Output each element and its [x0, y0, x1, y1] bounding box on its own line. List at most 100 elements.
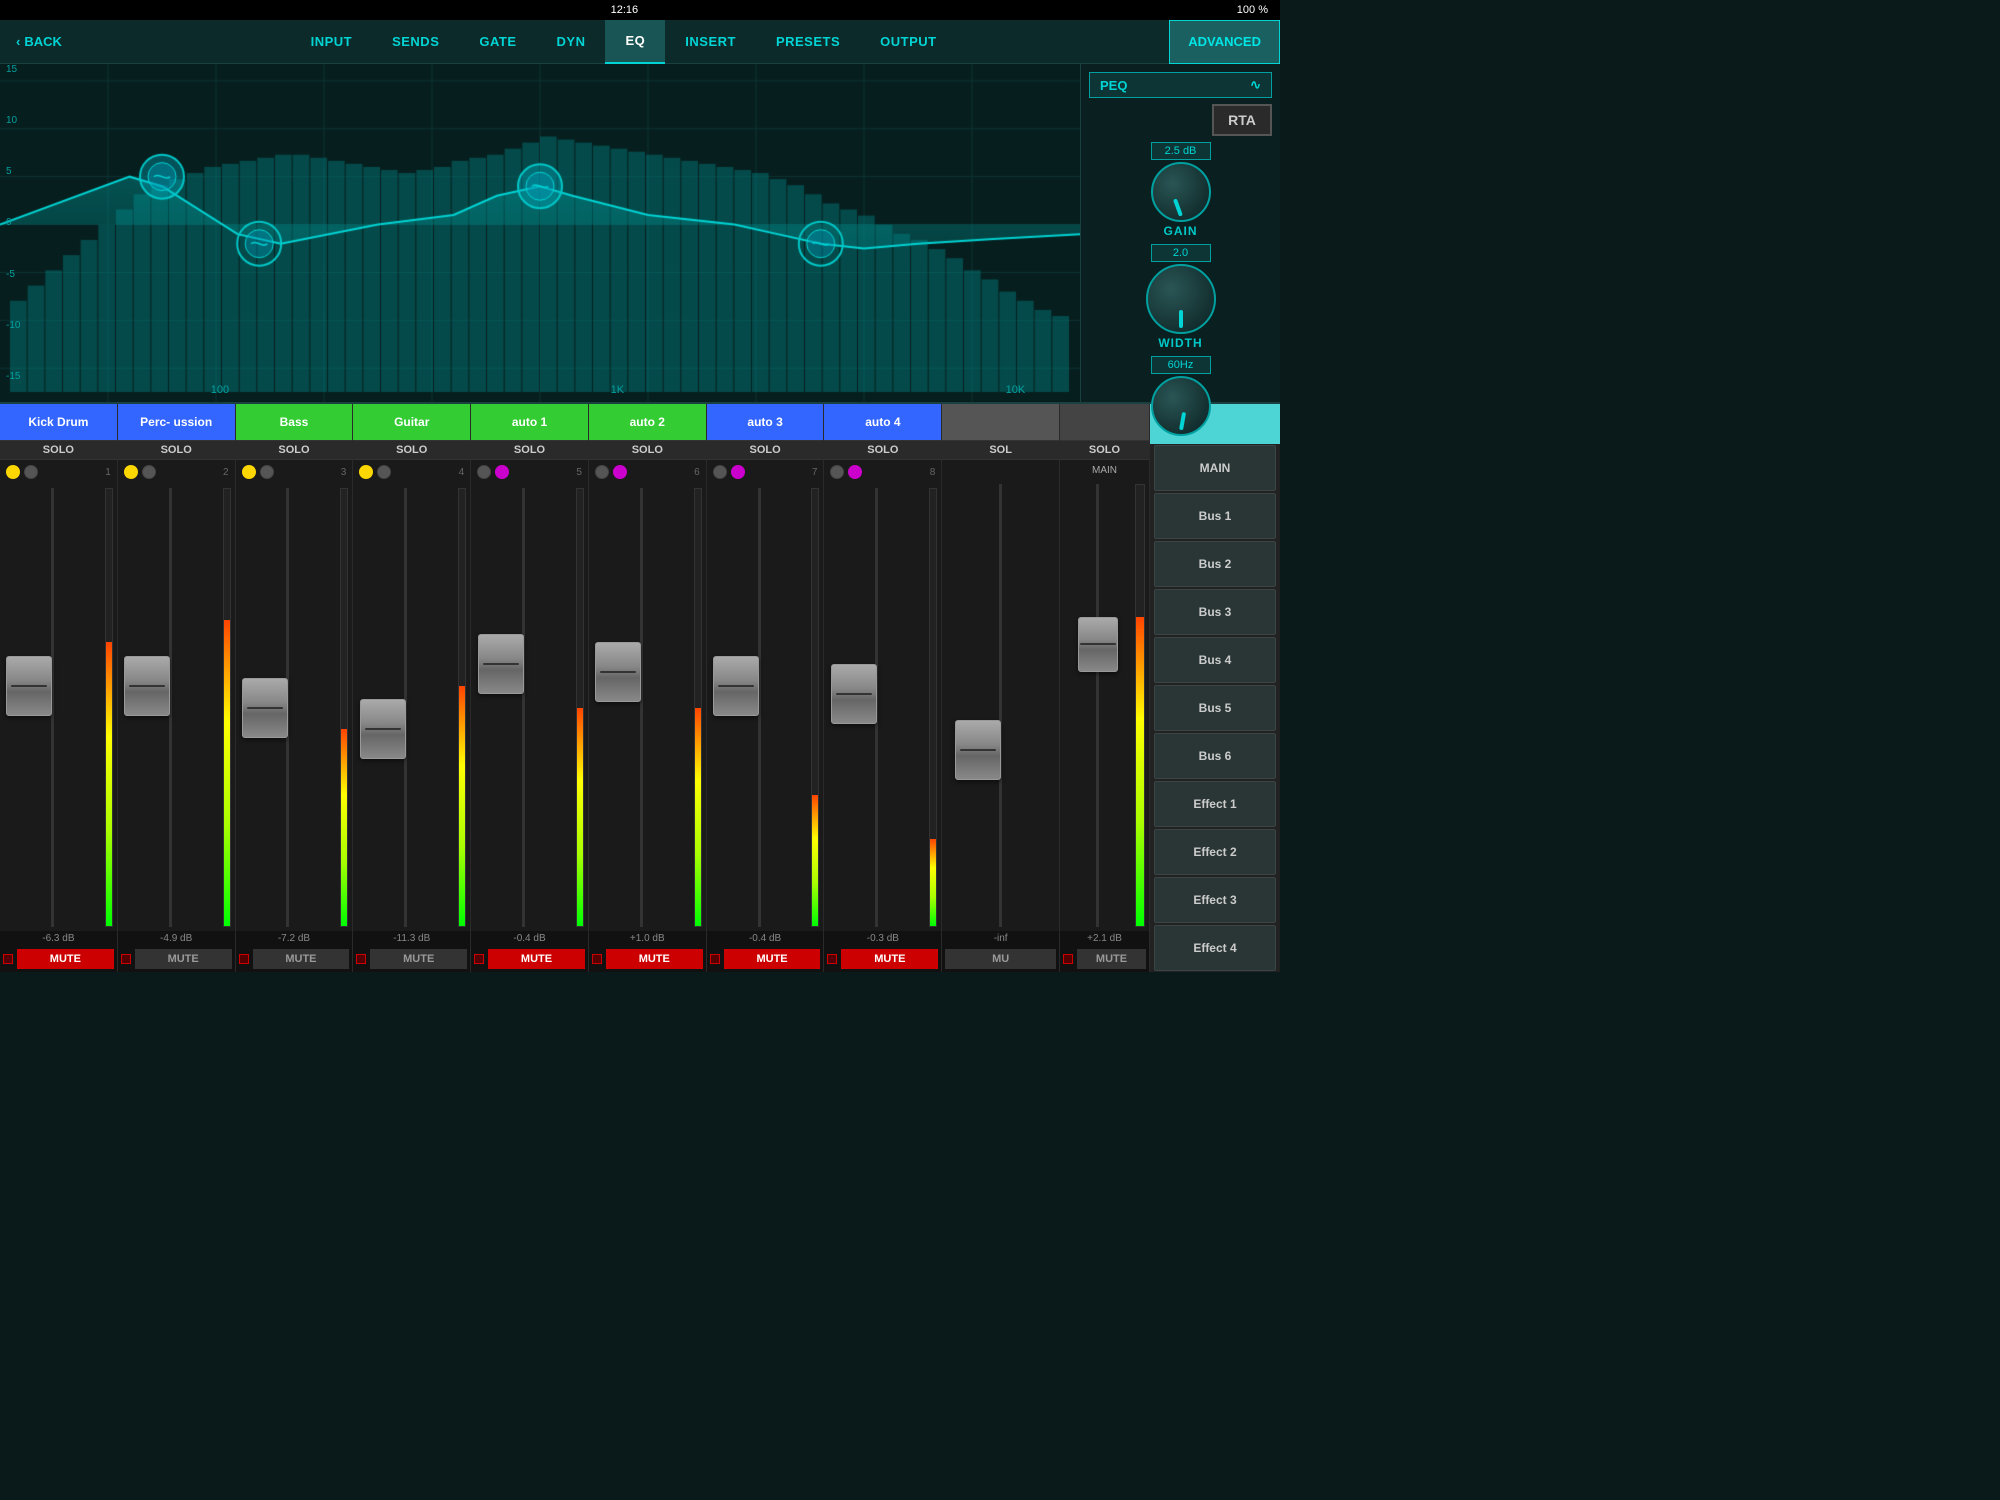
eq-canvas[interactable] [0, 64, 1080, 402]
channel-solo-7[interactable]: SOLO [707, 440, 824, 460]
fader-track-7 [711, 488, 808, 927]
channel-5: auto 1 SOLO 5 -0.4 dB [471, 404, 589, 972]
back-button[interactable]: ‹ BACK [0, 34, 78, 49]
indicator-gray [377, 465, 391, 479]
channel-mute-row-5: MUTE [471, 946, 588, 972]
partial-solo[interactable]: SOL [942, 440, 1059, 460]
fader-track-1 [4, 488, 101, 927]
channel-db-8: -0.3 dB [824, 931, 941, 946]
sidebar-effect1-button[interactable]: Effect 1 [1154, 781, 1276, 827]
master-fader-line [1096, 484, 1099, 927]
fader-handle-2[interactable] [124, 656, 170, 716]
fader-handle-8[interactable] [831, 664, 877, 724]
tab-presets[interactable]: PRESETS [756, 20, 860, 64]
indicator-yellow [6, 465, 20, 479]
fader-handle-3[interactable] [242, 678, 288, 738]
right-sidebar: MAIN Bus 1 Bus 2 Bus 3 Bus 4 Bus 5 Bus 6… [1150, 404, 1280, 972]
mute-indicator-4 [356, 954, 366, 964]
fader-line-1 [51, 488, 54, 927]
tab-insert[interactable]: INSERT [665, 20, 756, 64]
tab-dyn[interactable]: DYN [537, 20, 606, 64]
master-solo[interactable]: SOLO [1060, 440, 1149, 460]
mute-button-4[interactable]: MUTE [370, 949, 467, 969]
tab-input[interactable]: INPUT [291, 20, 373, 64]
master-db: +2.1 dB [1060, 931, 1149, 946]
channel-name-2: Perc- ussion [118, 404, 235, 440]
channel-indicators-8: 8 [824, 460, 941, 484]
sidebar-main-button[interactable]: MAIN [1154, 445, 1276, 491]
status-time: 12:16 [611, 4, 639, 16]
mute-button-8[interactable]: MUTE [841, 949, 938, 969]
mute-button-6[interactable]: MUTE [606, 949, 703, 969]
eq-section: 15 10 5 0 -5 -10 -15 100 1K 10K PEQ ∿ RT… [0, 64, 1280, 404]
channel-name-1: Kick Drum [0, 404, 117, 440]
channel-solo-3[interactable]: SOLO [236, 440, 353, 460]
mute-button-2[interactable]: MUTE [135, 949, 232, 969]
channel-db-4: -11.3 dB [353, 931, 470, 946]
channel-mute-row-2: MUTE [118, 946, 235, 972]
mute-indicator-7 [710, 954, 720, 964]
vu-fill-6 [695, 708, 701, 927]
sidebar-bus6-button[interactable]: Bus 6 [1154, 733, 1276, 779]
sidebar-bus3-button[interactable]: Bus 3 [1154, 589, 1276, 635]
fader-line-inner [247, 707, 283, 709]
master-fader-track [1064, 484, 1131, 927]
mute-button-3[interactable]: MUTE [253, 949, 350, 969]
channel-name-6: auto 2 [589, 404, 706, 440]
tab-eq[interactable]: EQ [605, 20, 665, 64]
sidebar-bus4-button[interactable]: Bus 4 [1154, 637, 1276, 683]
fader-area-2 [118, 484, 235, 931]
tab-output[interactable]: OUTPUT [860, 20, 956, 64]
vu-fill-3 [341, 729, 347, 926]
sidebar-effect2-button[interactable]: Effect 2 [1154, 829, 1276, 875]
sidebar-effect3-button[interactable]: Effect 3 [1154, 877, 1276, 923]
eq-db-labels: 15 10 5 0 -5 -10 -15 [6, 64, 20, 382]
gain-label: GAIN [1164, 224, 1198, 238]
fader-handle-1[interactable] [6, 656, 52, 716]
master-indicators: MAIN [1060, 460, 1149, 480]
mute-button-1[interactable]: MUTE [17, 949, 114, 969]
channel-num-6: 6 [694, 467, 700, 478]
channel-solo-4[interactable]: SOLO [353, 440, 470, 460]
indicator-gray [477, 465, 491, 479]
fader-handle-5[interactable] [478, 634, 524, 694]
rta-button[interactable]: RTA [1212, 104, 1272, 136]
fader-handle-4[interactable] [360, 699, 406, 759]
freq-knob[interactable] [1151, 376, 1211, 436]
indicator-yellow [242, 465, 256, 479]
fader-handle-6[interactable] [595, 642, 641, 702]
width-knob[interactable] [1146, 264, 1216, 334]
fader-handle-7[interactable] [713, 656, 759, 716]
master-main-label: MAIN [1064, 465, 1145, 476]
sidebar-bus2-button[interactable]: Bus 2 [1154, 541, 1276, 587]
sidebar-bus1-button[interactable]: Bus 1 [1154, 493, 1276, 539]
channel-solo-6[interactable]: SOLO [589, 440, 706, 460]
partial-mute-btn[interactable]: MU [945, 949, 1056, 969]
gain-knob[interactable] [1151, 162, 1211, 222]
channel-name-8: auto 4 [824, 404, 941, 440]
vu-fill-1 [106, 642, 112, 926]
advanced-button[interactable]: ADVANCED [1169, 20, 1280, 64]
sidebar-effect4-button[interactable]: Effect 4 [1154, 925, 1276, 971]
mute-button-7[interactable]: MUTE [724, 949, 821, 969]
channel-solo-1[interactable]: SOLO [0, 440, 117, 460]
tab-sends[interactable]: SENDS [372, 20, 459, 64]
channel-1: Kick Drum SOLO 1 -6.3 dB [0, 404, 118, 972]
channel-mute-row-6: MUTE [589, 946, 706, 972]
fader-area-7 [707, 484, 824, 931]
gain-value: 2.5 dB [1151, 142, 1211, 160]
mute-button-5[interactable]: MUTE [488, 949, 585, 969]
channel-solo-5[interactable]: SOLO [471, 440, 588, 460]
partial-fader-handle[interactable] [955, 720, 1001, 780]
channels-container: Kick Drum SOLO 1 -6.3 dB [0, 404, 1060, 972]
master-fader-handle[interactable] [1078, 617, 1118, 672]
fader-area-4 [353, 484, 470, 931]
master-mute-button[interactable]: MUTE [1077, 949, 1146, 969]
vu-fill-4 [459, 686, 465, 926]
vu-meter-7 [811, 488, 819, 927]
sidebar-bus5-button[interactable]: Bus 5 [1154, 685, 1276, 731]
channel-solo-8[interactable]: SOLO [824, 440, 941, 460]
fader-area-5 [471, 484, 588, 931]
tab-gate[interactable]: GATE [459, 20, 536, 64]
channel-solo-2[interactable]: SOLO [118, 440, 235, 460]
